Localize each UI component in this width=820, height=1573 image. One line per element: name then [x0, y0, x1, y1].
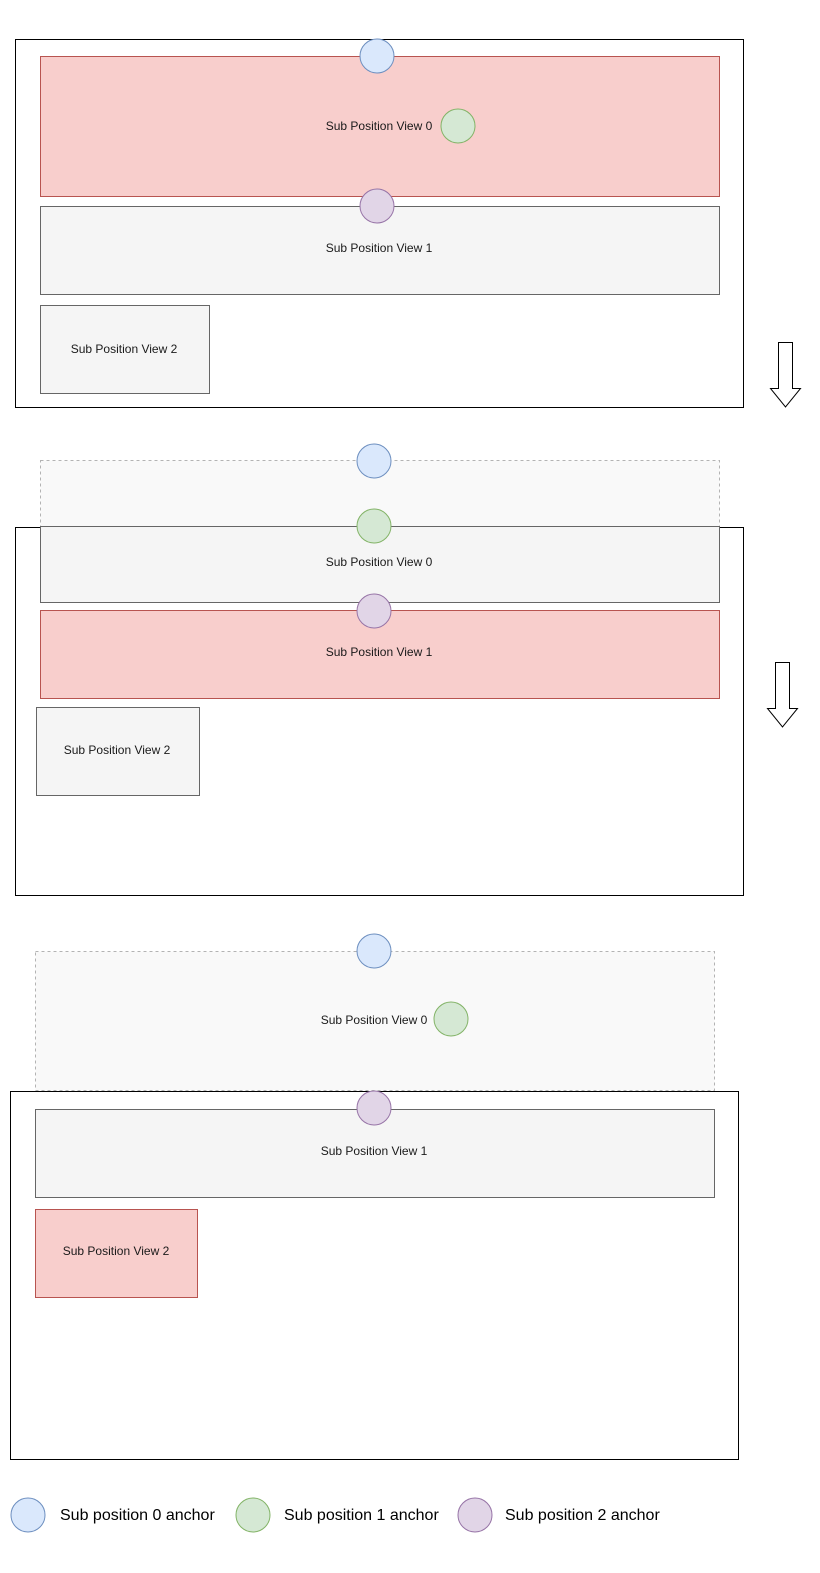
anchor-2-icon	[356, 1090, 392, 1126]
anchor-2-icon	[356, 593, 392, 629]
view-1-label: Sub Position View 1	[321, 1144, 428, 1158]
arrow-down-icon	[769, 342, 802, 408]
panel-1: Sub Position View 0 Sub Position View 1 …	[15, 38, 744, 408]
anchor-1-icon	[440, 108, 476, 144]
legend: Sub position 0 anchor Sub position 1 anc…	[10, 1497, 660, 1533]
anchor-1-legend-icon	[235, 1497, 271, 1533]
view-1-label: Sub Position View 1	[326, 645, 433, 659]
anchor-2-legend-icon	[457, 1497, 493, 1533]
arrow-down-icon	[766, 662, 799, 728]
anchor-0-icon	[356, 443, 392, 479]
anchor-1-icon	[433, 1001, 469, 1037]
view-0-label: Sub Position View 0	[326, 555, 433, 569]
view-0-label: Sub Position View 0	[326, 119, 433, 133]
legend-label-2: Sub position 2 anchor	[505, 1507, 660, 1524]
sub-position-diagram: Sub Position View 0 Sub Position View 1 …	[10, 38, 802, 1533]
anchor-0-icon	[356, 933, 392, 969]
anchor-0-icon	[359, 38, 395, 74]
view-2-label: Sub Position View 2	[71, 342, 178, 356]
anchor-0-legend-icon	[10, 1497, 46, 1533]
legend-label-0: Sub position 0 anchor	[60, 1507, 215, 1524]
view-0-label: Sub Position View 0	[321, 1013, 428, 1027]
view-2-label: Sub Position View 2	[63, 1244, 170, 1258]
anchor-1-icon	[356, 508, 392, 544]
anchor-2-icon	[359, 188, 395, 224]
legend-label-1: Sub position 1 anchor	[284, 1507, 439, 1524]
panel-3: Sub Position View 0 Sub Position View 1 …	[10, 933, 739, 1460]
panel-2: Sub Position View 0 Sub Position View 1 …	[15, 443, 744, 896]
view-2-label: Sub Position View 2	[64, 743, 171, 757]
view-1-label: Sub Position View 1	[326, 241, 433, 255]
